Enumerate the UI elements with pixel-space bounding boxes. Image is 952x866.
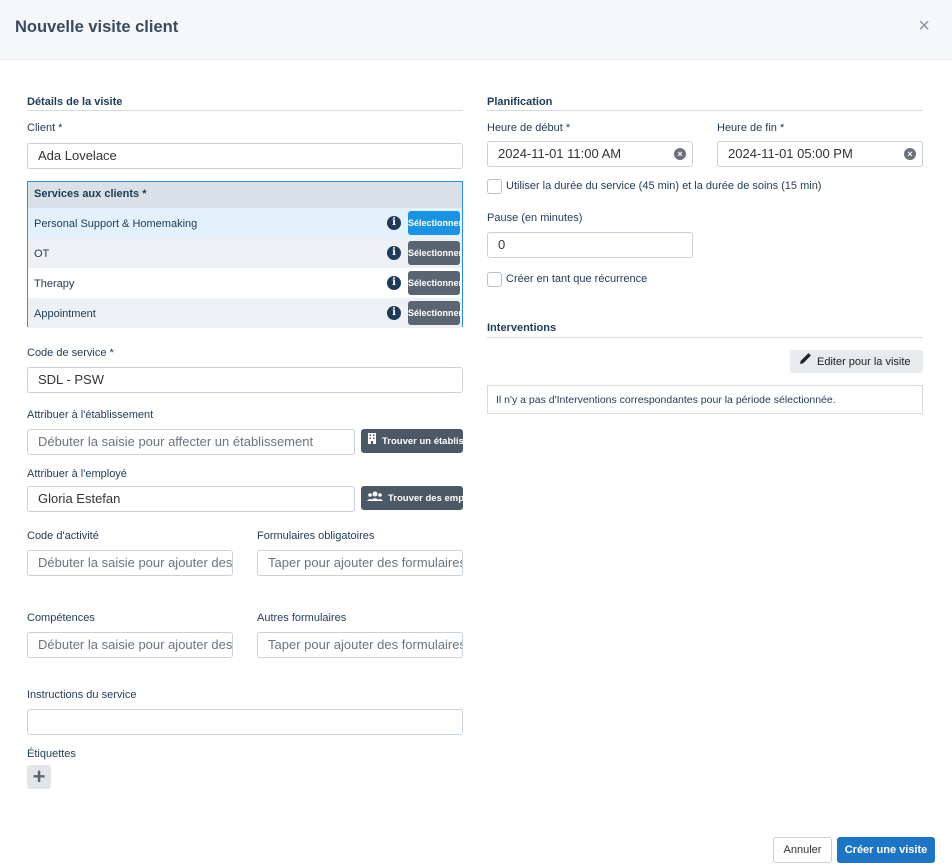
end-time-label: Heure de fin * (717, 122, 785, 134)
services-table: Services aux clients * Personal Support … (27, 181, 463, 328)
interventions-section-title: Interventions (487, 322, 557, 334)
info-icon[interactable]: i (387, 216, 401, 230)
info-icon[interactable]: i (387, 306, 401, 320)
start-time-label: Heure de début * (487, 122, 571, 134)
instructions-label: Instructions du service (27, 689, 137, 701)
plus-icon: + (32, 764, 46, 789)
service-code-input[interactable]: SDL - PSW (27, 367, 463, 393)
details-section-title: Détails de la visite (27, 96, 123, 108)
tags-label: Étiquettes (27, 748, 76, 760)
select-service-button[interactable]: Sélectionner (408, 241, 460, 265)
client-label: Client * (27, 122, 63, 134)
start-time-value: 2024-11-01 11:00 AM (498, 146, 622, 161)
find-facility-label: Trouver un établissement (382, 436, 463, 447)
recurrence-label: Créer en tant que récurrence (506, 273, 648, 285)
start-time-input[interactable]: 2024-11-01 11:00 AM × (487, 141, 693, 167)
end-time-input[interactable]: 2024-11-01 05:00 PM × (717, 141, 923, 167)
service-code-label: Code de service * (27, 347, 114, 359)
select-service-button[interactable]: Sélectionner (408, 271, 460, 295)
instructions-input[interactable] (27, 709, 463, 735)
facility-label: Attribuer à l'établissement (27, 409, 154, 421)
find-employees-button[interactable]: Trouver des employés (361, 486, 463, 510)
building-icon (367, 429, 377, 453)
users-icon (367, 486, 383, 510)
info-icon[interactable]: i (387, 246, 401, 260)
pencil-icon (799, 350, 812, 373)
interventions-divider (487, 337, 923, 338)
required-forms-input[interactable]: Taper pour ajouter des formulaires (257, 550, 463, 576)
select-service-button[interactable]: Sélectionner (408, 301, 460, 325)
add-tag-button[interactable]: + (27, 765, 51, 789)
service-name: Personal Support & Homemaking (34, 218, 198, 230)
pause-label: Pause (en minutes) (487, 212, 583, 224)
edit-interventions-button[interactable]: Editer pour la visite (790, 350, 923, 373)
service-row[interactable]: Therapy i Sélectionner (28, 268, 462, 298)
required-forms-label: Formulaires obligatoires (257, 530, 375, 542)
other-forms-label: Autres formulaires (257, 612, 347, 624)
close-icon[interactable]: × (918, 16, 930, 36)
skills-input[interactable]: Débuter la saisie pour ajouter des compé… (27, 632, 233, 658)
skills-label: Compétences (27, 612, 95, 624)
clear-icon[interactable]: × (674, 148, 686, 160)
recurrence-checkbox[interactable] (487, 272, 502, 287)
activity-code-label: Code d'activité (27, 530, 99, 542)
interventions-empty-message: Il n'y a pas d'Interventions corresponda… (487, 385, 923, 414)
find-facility-button[interactable]: Trouver un établissement (361, 429, 463, 453)
service-row[interactable]: OT i Sélectionner (28, 238, 462, 268)
other-forms-input[interactable]: Taper pour ajouter des formulaires (257, 632, 463, 658)
dialog-header: Nouvelle visite client × (0, 0, 952, 60)
info-icon[interactable]: i (387, 276, 401, 290)
facility-input[interactable]: Débuter la saisie pour affecter un établ… (27, 429, 355, 455)
client-input[interactable]: Ada Lovelace (27, 143, 463, 169)
employee-label: Attribuer à l'employé (27, 468, 127, 480)
dialog-title: Nouvelle visite client (15, 18, 179, 36)
service-name: Therapy (34, 278, 75, 290)
planning-section-title: Planification (487, 96, 553, 108)
find-employees-label: Trouver des employés (388, 493, 463, 504)
use-duration-label: Utiliser la durée du service (45 min) et… (506, 180, 822, 192)
services-header: Services aux clients * (28, 182, 462, 208)
employee-input[interactable]: Gloria Estefan (27, 486, 355, 512)
clear-icon[interactable]: × (904, 148, 916, 160)
create-visit-button[interactable]: Créer une visite (837, 837, 935, 863)
cancel-button[interactable]: Annuler (773, 837, 832, 863)
details-divider (27, 110, 463, 111)
service-row[interactable]: Appointment i Sélectionner (28, 298, 462, 328)
use-duration-checkbox[interactable] (487, 179, 502, 194)
pause-input[interactable]: 0 (487, 232, 693, 258)
service-name: Appointment (34, 308, 96, 320)
select-service-button[interactable]: Sélectionner (408, 211, 460, 235)
edit-interventions-label: Editer pour la visite (817, 356, 911, 368)
planning-divider (487, 110, 923, 111)
activity-code-input[interactable]: Débuter la saisie pour ajouter des codes (27, 550, 233, 576)
service-name: OT (34, 248, 50, 260)
end-time-value: 2024-11-01 05:00 PM (728, 146, 853, 161)
service-row[interactable]: Personal Support & Homemaking i Sélectio… (28, 208, 462, 238)
